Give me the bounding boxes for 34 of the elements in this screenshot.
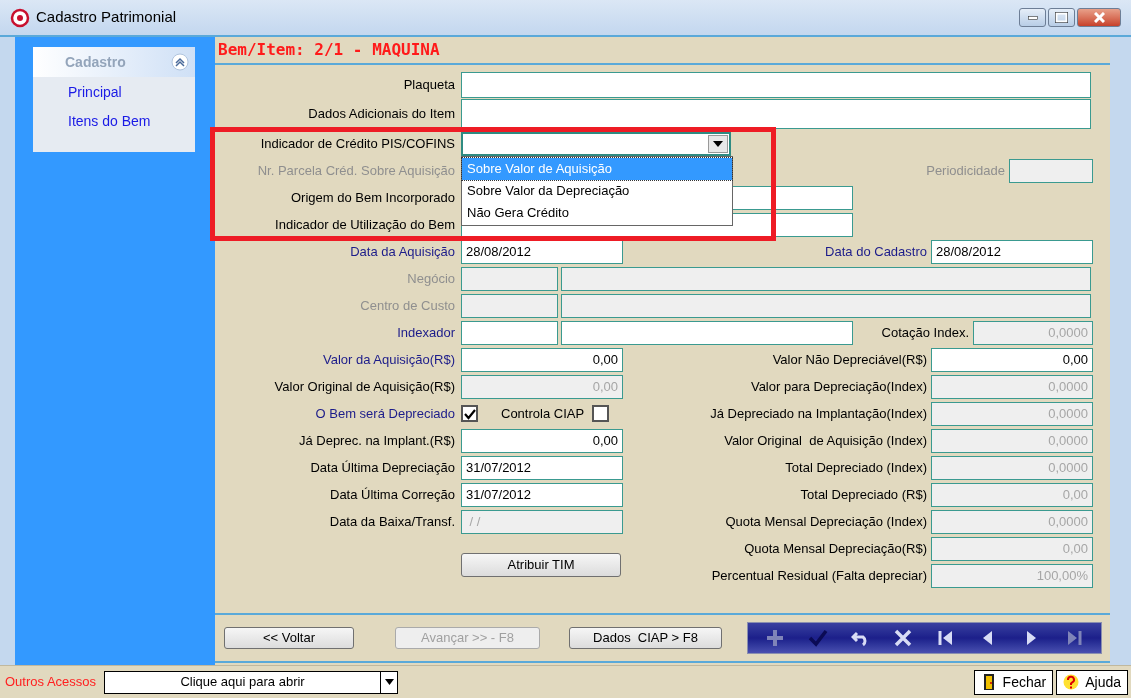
field-label: Negócio <box>407 270 455 286</box>
field-label: Cotação Index. <box>881 323 969 342</box>
field-label: Quota Mensal Depreciação (Index) <box>725 512 927 531</box>
field-label: O Bem será Depreciado <box>315 405 455 421</box>
field-label: Dados Adicionais do Item <box>308 106 455 122</box>
checkbox-label: Controla CIAP <box>501 404 585 423</box>
field-label: Quota Mensal Depreciação(R$) <box>744 539 927 558</box>
section-title: Cadastro <box>65 52 126 72</box>
field-label: Data Última Correção <box>330 486 455 502</box>
field-label: Nr. Parcela Créd. Sobre Aquisição <box>257 162 455 178</box>
field-label: Indicador de Utilização do Bem <box>275 216 455 232</box>
field-label: Total Depreciado (Index) <box>785 458 927 477</box>
field-label: Valor Não Depreciável(R$) <box>772 350 927 369</box>
field-label: Origem do Bem Incorporado <box>290 189 455 205</box>
field-label: Plaqueta <box>403 76 455 92</box>
field-label: Data Última Depreciação <box>310 459 455 475</box>
field-label: Data da Baixa/Transf. <box>329 513 455 529</box>
record-title: Bem/Item: 2/1 - MAQUINA <box>218 39 440 61</box>
field-label: Indicador de Crédito PIS/COFINS <box>260 135 455 151</box>
field-label: Centro de Custo <box>360 297 455 313</box>
field-label: Indexador <box>397 324 455 340</box>
field-label: Data da Aquisição <box>350 243 455 259</box>
field-label: Valor para Depreciação(Index) <box>750 377 927 396</box>
field-label: Total Depreciado (R$) <box>800 485 927 504</box>
field-label: Valor Original de Aquisição(R$) <box>274 378 455 394</box>
field-label: Valor da Aquisição(R$) <box>323 351 455 367</box>
window-title: Cadastro Patrimonial <box>36 7 177 28</box>
field-label: Percentual Residual (Falta depreciar) <box>711 566 927 585</box>
field-label: Periodicidade <box>926 161 1005 180</box>
field-label: Valor Original de Aquisição (Index) <box>724 431 927 450</box>
field-label: Já Deprec. na Implant.(R$) <box>298 432 455 448</box>
field-label: Data do Cadastro <box>825 242 927 261</box>
field-label: Já Depreciado na Implantação(Index) <box>710 404 927 423</box>
other-access-label: Outros Acessos <box>5 673 97 692</box>
